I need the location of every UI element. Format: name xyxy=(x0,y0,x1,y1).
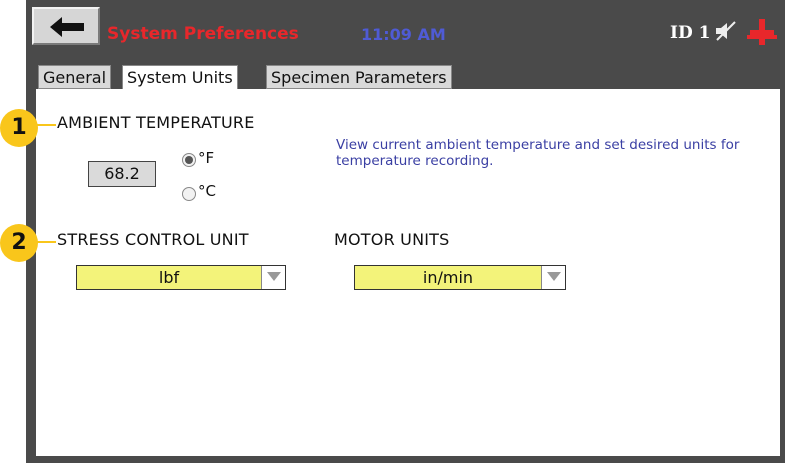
stress-unit-value: lbf xyxy=(158,268,180,287)
motor-units-select[interactable]: in/min xyxy=(354,265,566,290)
arrow-left-icon xyxy=(50,17,84,37)
stress-control-unit-select[interactable]: lbf xyxy=(76,265,286,290)
page-title: System Preferences xyxy=(107,24,299,44)
callout-badge-1: 1 xyxy=(0,109,38,147)
unit-fahrenheit-label: °F xyxy=(198,149,215,167)
tab-system-units[interactable]: System Units xyxy=(122,65,238,90)
callout-badge-2: 2 xyxy=(0,224,38,262)
back-button[interactable] xyxy=(32,7,100,45)
chevron-down-icon[interactable] xyxy=(261,266,285,289)
ambient-temperature-label: AMBIENT TEMPERATURE xyxy=(57,113,255,132)
motor-units-label: MOTOR UNITS xyxy=(334,230,450,249)
tab-general[interactable]: General xyxy=(38,65,112,89)
header-bar: System Preferences 11:09 AM ID 1 xyxy=(26,0,785,62)
unit-fahrenheit-radio[interactable] xyxy=(182,153,196,167)
clamp-status-icon xyxy=(747,19,777,45)
machine-id: ID 1 xyxy=(670,23,711,43)
content-panel: AMBIENT TEMPERATURE View current ambient… xyxy=(36,89,780,456)
ambient-temperature-value: 68.2 xyxy=(88,161,156,187)
unit-celsius-label: °C xyxy=(198,182,216,200)
motor-unit-value: in/min xyxy=(422,268,474,287)
ambient-hint-text: View current ambient temperature and set… xyxy=(336,137,740,169)
chevron-down-icon[interactable] xyxy=(541,266,565,289)
stress-control-unit-label: STRESS CONTROL UNIT xyxy=(57,230,249,249)
unit-celsius-radio[interactable] xyxy=(182,187,196,201)
tab-specimen-parameters[interactable]: Specimen Parameters xyxy=(266,65,452,89)
clock-time: 11:09 AM xyxy=(361,25,446,44)
app-window: System Preferences 11:09 AM ID 1 General… xyxy=(26,0,785,463)
speaker-muted-icon[interactable] xyxy=(714,20,738,42)
